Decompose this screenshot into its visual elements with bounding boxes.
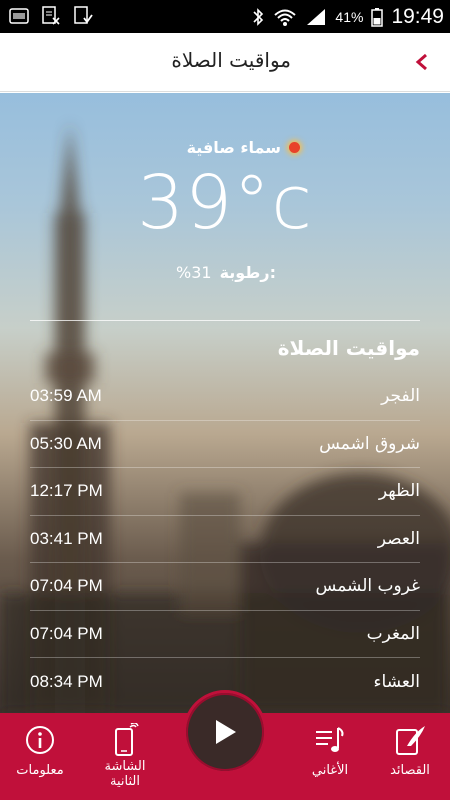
prayer-time: 05:30 AM [30,433,102,453]
prayer-name: غروب الشمس [315,576,420,597]
weather-condition: سماء صافية [187,137,300,157]
back-button[interactable] [410,50,434,74]
condition-text: سماء صافية [186,137,281,157]
file-error-icon [40,5,62,27]
quill-paper-icon [396,726,425,755]
play-icon [216,720,236,744]
prayer-row-dhuhr: 12:17 PM الظهر [30,468,420,516]
prayer-times-list: 03:59 AM الفجر 05:30 AM شروق اشمس 12:17 … [30,373,420,706]
play-button[interactable] [183,690,267,774]
notification-icons [8,5,94,27]
mobile-screen-icon [115,723,139,756]
humidity-label: رطوبة: [219,263,276,282]
info-icon [26,726,54,754]
prayer-time: 12:17 PM [30,481,103,501]
app-notification-icon [8,5,30,27]
status-icons: 41% 19:49 [251,0,444,33]
prayer-name: المغرب [366,623,420,644]
prayer-name: شروق اشمس [319,433,420,454]
status-bar: 41% 19:49 [0,0,450,33]
prayer-name: العصر [377,528,420,549]
prayer-time: 08:34 PM [30,671,103,691]
download-icon [72,5,94,27]
wifi-icon [274,9,297,26]
tab-poems-label: القصائد [390,763,430,778]
prayer-time: 03:59 AM [30,386,102,406]
tab-songs-label: الأغاني [311,763,349,778]
prayer-row-sunset: 07:04 PM غروب الشمس [30,563,420,611]
prayer-name: العشاء [373,671,420,692]
signal-icon [307,8,326,25]
prayer-time: 03:41 PM [30,528,103,548]
tab-poems[interactable]: القصائد [370,713,450,800]
tab-second-screen[interactable]: الشاشة الثانية [85,713,165,800]
tab-second-screen-label: الشاشة الثانية [104,759,146,789]
prayer-row-fajr: 03:59 AM الفجر [30,373,420,421]
prayer-row-maghrib: 07:04 PM المغرب [30,611,420,658]
prayer-name: الظهر [378,481,420,502]
battery-percent: 41% [335,8,364,25]
clock: 19:49 [391,4,444,28]
prayer-time: 07:04 PM [30,576,103,596]
tab-info-label: معلومات [16,763,64,778]
humidity: %31 رطوبة: [176,263,276,282]
tab-info[interactable]: معلومات [0,713,80,800]
chevron-left-icon [415,53,427,71]
music-list-icon [316,727,344,752]
prayer-row-sunrise: 05:30 AM شروق اشمس [30,421,420,468]
prayer-name: الفجر [381,386,420,407]
sun-icon [289,141,300,153]
tab-songs[interactable]: الأغاني [290,713,370,800]
page-title: مواقيت الصلاة [171,48,291,72]
prayer-times-title: مواقيت الصلاة [277,336,420,360]
app-header: مواقيت الصلاة [0,33,450,92]
temperature: 39°c [137,160,313,246]
divider [30,320,420,321]
battery-icon [371,7,384,27]
bluetooth-icon [253,7,264,26]
prayer-row-asr: 03:41 PM العصر [30,516,420,563]
prayer-time: 07:04 PM [30,623,103,643]
humidity-value: %31 [176,263,212,282]
